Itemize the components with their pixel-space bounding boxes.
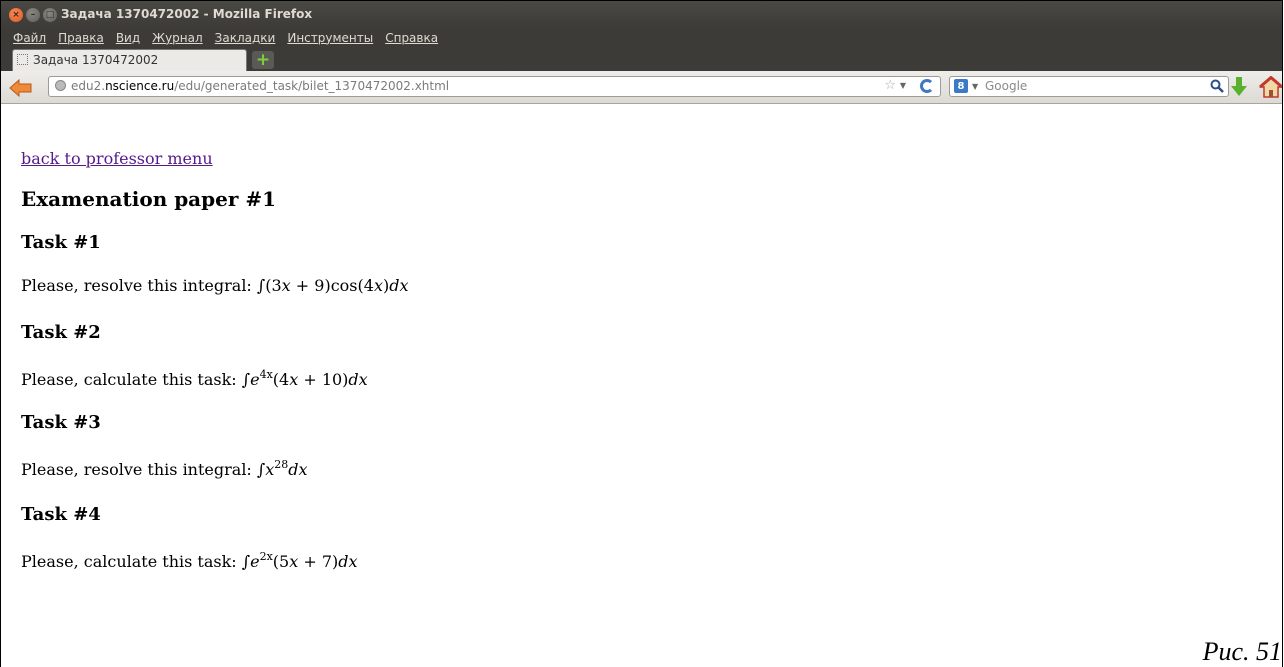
task-1-formula: ∫(3x + 9)cos(4x)dx: [256, 276, 409, 295]
back-arrow-icon[interactable]: [9, 79, 33, 97]
task-2-formula: ∫e4x(4x + 10)dx: [241, 368, 368, 389]
back-to-professor-menu-link[interactable]: back to professor menu: [21, 149, 213, 168]
navigation-toolbar: edu2.nscience.ru/edu/generated_task/bile…: [1, 71, 1282, 104]
task-2-title: Task #2: [21, 322, 101, 343]
screenshot-frame: × – □ Задача 1370472002 - Mozilla Firefo…: [0, 0, 1283, 667]
tab-active[interactable]: Задача 1370472002: [12, 49, 247, 71]
tab-bar: Задача 1370472002 +: [1, 48, 1282, 71]
task-1-text: Please, resolve this integral: ∫(3x + 9)…: [21, 276, 409, 295]
task-3-title: Task #3: [21, 412, 101, 433]
window-title: Задача 1370472002 - Mozilla Firefox: [61, 7, 313, 21]
search-bar[interactable]: 8 ▼ Google: [949, 76, 1229, 97]
window-titlebar: × – □ Задача 1370472002 - Mozilla Firefo…: [1, 1, 1282, 28]
home-icon[interactable]: [1259, 76, 1283, 98]
close-window-button[interactable]: ×: [9, 8, 23, 22]
menu-tools[interactable]: Инструменты: [287, 31, 373, 45]
search-placeholder[interactable]: Google: [985, 79, 1027, 93]
maximize-window-button[interactable]: □: [43, 8, 57, 22]
page-favicon-icon: [17, 54, 28, 65]
figure-caption: Рис. 51: [1202, 637, 1282, 666]
task-3-formula: ∫x28dx: [256, 458, 308, 479]
task-2-text: Please, calculate this task: ∫e4x(4x + 1…: [21, 368, 368, 389]
menu-help[interactable]: Справка: [385, 31, 438, 45]
task-4-text: Please, calculate this task: ∫e2x(5x + 7…: [21, 550, 358, 571]
menu-view[interactable]: Вид: [116, 31, 140, 45]
plus-icon: +: [255, 49, 271, 70]
menubar: Файл Правка Вид Журнал Закладки Инструме…: [1, 28, 1282, 48]
task-4-title: Task #4: [21, 504, 101, 525]
bookmark-star-icon[interactable]: ☆: [884, 78, 896, 93]
search-engine-icon[interactable]: 8: [954, 79, 968, 93]
address-bar[interactable]: edu2.nscience.ru/edu/generated_task/bile…: [48, 76, 941, 97]
task-3-text: Please, resolve this integral: ∫x28dx: [21, 458, 308, 479]
new-tab-button[interactable]: +: [252, 51, 274, 69]
download-icon[interactable]: [1229, 76, 1249, 98]
search-engine-dropdown-icon[interactable]: ▼: [972, 82, 978, 91]
search-icon[interactable]: [1210, 79, 1224, 93]
menu-edit[interactable]: Правка: [58, 31, 104, 45]
url-text[interactable]: edu2.nscience.ru/edu/generated_task/bile…: [71, 79, 449, 93]
window-controls: × – □: [9, 8, 57, 22]
tab-label: Задача 1370472002: [33, 53, 159, 67]
task-4-formula: ∫e2x(5x + 7)dx: [241, 550, 358, 571]
history-dropdown-icon[interactable]: ▼: [900, 81, 906, 90]
site-identity-icon[interactable]: [55, 80, 66, 91]
minimize-window-button[interactable]: –: [26, 8, 40, 22]
page-title: Examenation paper #1: [21, 187, 277, 211]
menu-file[interactable]: Файл: [13, 31, 46, 45]
menu-bookmarks[interactable]: Закладки: [215, 31, 276, 45]
reload-icon[interactable]: [920, 79, 934, 93]
menu-history[interactable]: Журнал: [152, 31, 203, 45]
task-1-title: Task #1: [21, 232, 101, 253]
